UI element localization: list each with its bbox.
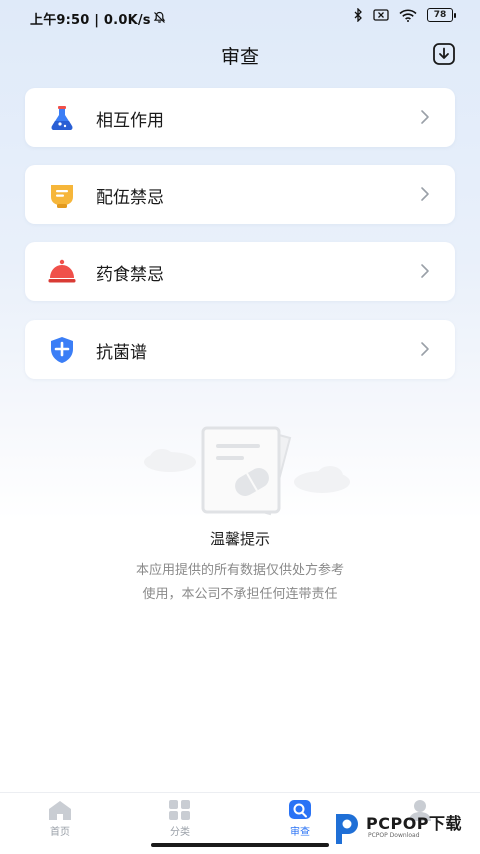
- watermark-brand: PCPOP下载: [366, 814, 463, 833]
- battery-indicator: 78: [427, 8, 456, 22]
- menu-item-label: 药食禁忌: [96, 265, 164, 285]
- menu-item-label: 相互作用: [96, 111, 164, 131]
- tab-home[interactable]: 首页: [30, 799, 90, 838]
- status-time: 上午9:50 | 0.0K/s: [30, 13, 151, 28]
- status-bar: 上午9:50 | 0.0K/s 78: [0, 0, 480, 34]
- menu-item-label: 配伍禁忌: [96, 188, 164, 208]
- tab-review[interactable]: 审查: [270, 799, 330, 838]
- menu-item-food-contraindication[interactable]: 药食禁忌: [25, 242, 455, 301]
- notice-line: 使用，本公司不承担任何连带责任: [142, 587, 338, 602]
- tab-label: 分类: [170, 827, 190, 838]
- watermark-sub: PCPOP Download: [368, 832, 420, 839]
- tab-label: 首页: [50, 827, 70, 838]
- shield-plus-icon: [51, 337, 73, 363]
- chevron-right-icon: [421, 264, 429, 278]
- chevron-right-icon: [421, 187, 429, 201]
- title-bar: 审查: [0, 36, 480, 74]
- menu-item-incompatibility[interactable]: 配伍禁忌: [25, 165, 455, 224]
- page-title: 审查: [220, 46, 259, 68]
- watermark: PCPOP下载 PCPOP Download: [332, 808, 480, 850]
- download-icon[interactable]: [432, 42, 456, 66]
- chevron-right-icon: [421, 110, 429, 124]
- menu-item-label: 抗菌谱: [96, 343, 147, 363]
- menu-item-interaction[interactable]: 相互作用: [25, 88, 455, 147]
- pcpop-logo-icon: [336, 814, 358, 844]
- menu-item-antibacterial-spectrum[interactable]: 抗菌谱: [25, 320, 455, 379]
- tab-category[interactable]: 分类: [150, 799, 210, 838]
- bluetooth-icon: [354, 8, 362, 22]
- flask-icon: [51, 106, 73, 130]
- sim-off-icon: [373, 9, 389, 21]
- home-icon: [49, 801, 71, 820]
- wifi-icon: [399, 9, 417, 22]
- battery-level: 78: [427, 8, 453, 22]
- document-illustration: [144, 426, 350, 516]
- tab-label: 审查: [290, 827, 310, 838]
- chevron-right-icon: [421, 342, 429, 356]
- food-cover-icon: [48, 259, 76, 283]
- grid-icon: [169, 800, 190, 820]
- mute-bell-icon: [153, 11, 166, 23]
- notice-line: 本应用提供的所有数据仅供处方参考: [135, 563, 344, 578]
- notice-title: 温馨提示: [209, 530, 270, 548]
- review-icon: [289, 800, 311, 819]
- pill-bottle-icon: [51, 185, 73, 208]
- home-indicator[interactable]: [151, 843, 329, 847]
